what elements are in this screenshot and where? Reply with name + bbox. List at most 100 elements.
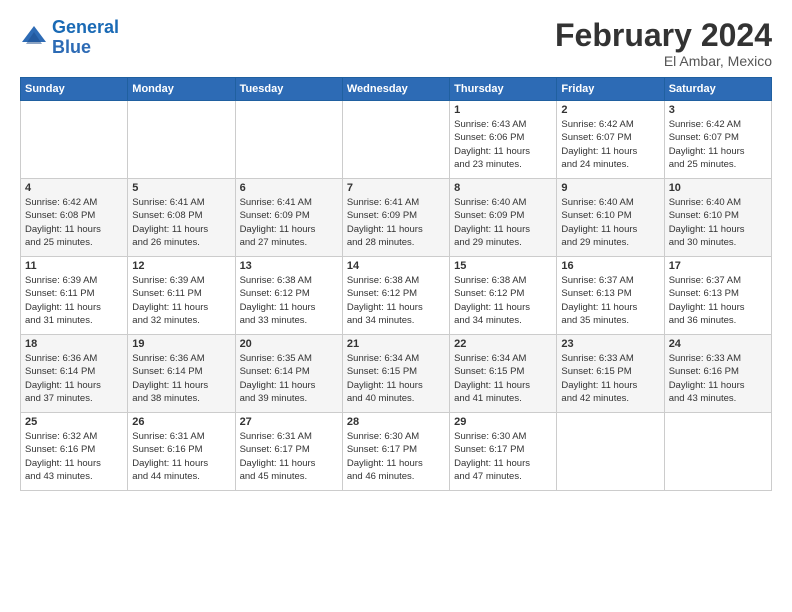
day-info: Sunrise: 6:34 AM Sunset: 6:15 PM Dayligh… [347, 352, 445, 405]
day-number: 18 [25, 338, 123, 350]
day-number: 19 [132, 338, 230, 350]
day-info: Sunrise: 6:36 AM Sunset: 6:14 PM Dayligh… [132, 352, 230, 405]
calendar-week-row: 4Sunrise: 6:42 AM Sunset: 6:08 PM Daylig… [21, 179, 772, 257]
calendar-cell: 19 Sunrise: 6:36 AM Sunset: 6:14 PM Dayli… [128, 335, 235, 413]
calendar-cell: 16 Sunrise: 6:37 AM Sunset: 6:13 PM Dayli… [557, 257, 664, 335]
calendar-cell: 25 Sunrise: 6:32 AM Sunset: 6:16 PM Dayli… [21, 413, 128, 491]
day-number: 11 [25, 260, 123, 272]
weekday-header: Saturday [664, 78, 771, 101]
calendar-cell: 3 Sunrise: 6:42 AM Sunset: 6:07 PM Daylig… [664, 101, 771, 179]
calendar-table: SundayMondayTuesdayWednesdayThursdayFrid… [20, 77, 772, 491]
calendar-cell: 15 Sunrise: 6:38 AM Sunset: 6:12 PM Dayli… [450, 257, 557, 335]
calendar-cell [342, 101, 449, 179]
calendar-week-row: 18 Sunrise: 6:36 AM Sunset: 6:14 PM Dayli… [21, 335, 772, 413]
logo-icon [20, 24, 48, 52]
day-number: 28 [347, 416, 445, 428]
calendar-cell: 4Sunrise: 6:42 AM Sunset: 6:08 PM Daylig… [21, 179, 128, 257]
weekday-header: Monday [128, 78, 235, 101]
day-info: Sunrise: 6:42 AM Sunset: 6:08 PM Dayligh… [25, 196, 123, 249]
day-info: Sunrise: 6:30 AM Sunset: 6:17 PM Dayligh… [347, 430, 445, 483]
calendar-cell: 26 Sunrise: 6:31 AM Sunset: 6:16 PM Dayli… [128, 413, 235, 491]
day-info: Sunrise: 6:30 AM Sunset: 6:17 PM Dayligh… [454, 430, 552, 483]
day-info: Sunrise: 6:42 AM Sunset: 6:07 PM Dayligh… [561, 118, 659, 171]
day-info: Sunrise: 6:31 AM Sunset: 6:17 PM Dayligh… [240, 430, 338, 483]
logo-line1: General [52, 17, 119, 37]
day-number: 27 [240, 416, 338, 428]
day-number: 12 [132, 260, 230, 272]
calendar-cell [235, 101, 342, 179]
day-number: 24 [669, 338, 767, 350]
day-info: Sunrise: 6:36 AM Sunset: 6:14 PM Dayligh… [25, 352, 123, 405]
day-info: Sunrise: 6:40 AM Sunset: 6:10 PM Dayligh… [561, 196, 659, 249]
location: El Ambar, Mexico [555, 53, 772, 69]
day-number: 2 [561, 104, 659, 116]
day-info: Sunrise: 6:43 AM Sunset: 6:06 PM Dayligh… [454, 118, 552, 171]
day-info: Sunrise: 6:31 AM Sunset: 6:16 PM Dayligh… [132, 430, 230, 483]
calendar-cell: 28 Sunrise: 6:30 AM Sunset: 6:17 PM Dayli… [342, 413, 449, 491]
day-number: 1 [454, 104, 552, 116]
calendar-cell: 13 Sunrise: 6:38 AM Sunset: 6:12 PM Dayli… [235, 257, 342, 335]
day-number: 14 [347, 260, 445, 272]
calendar-cell: 10 Sunrise: 6:40 AM Sunset: 6:10 PM Dayli… [664, 179, 771, 257]
calendar-cell: 22 Sunrise: 6:34 AM Sunset: 6:15 PM Dayli… [450, 335, 557, 413]
day-number: 13 [240, 260, 338, 272]
calendar-header-row: SundayMondayTuesdayWednesdayThursdayFrid… [21, 78, 772, 101]
logo: General Blue [20, 18, 119, 58]
day-number: 17 [669, 260, 767, 272]
calendar-cell: 1 Sunrise: 6:43 AM Sunset: 6:06 PM Daylig… [450, 101, 557, 179]
calendar-cell [664, 413, 771, 491]
day-info: Sunrise: 6:39 AM Sunset: 6:11 PM Dayligh… [132, 274, 230, 327]
day-info: Sunrise: 6:37 AM Sunset: 6:13 PM Dayligh… [669, 274, 767, 327]
day-number: 21 [347, 338, 445, 350]
day-info: Sunrise: 6:42 AM Sunset: 6:07 PM Dayligh… [669, 118, 767, 171]
day-number: 29 [454, 416, 552, 428]
calendar-week-row: 11 Sunrise: 6:39 AM Sunset: 6:11 PM Dayli… [21, 257, 772, 335]
calendar-cell: 14 Sunrise: 6:38 AM Sunset: 6:12 PM Dayli… [342, 257, 449, 335]
calendar-cell: 18 Sunrise: 6:36 AM Sunset: 6:14 PM Dayli… [21, 335, 128, 413]
day-number: 3 [669, 104, 767, 116]
day-info: Sunrise: 6:37 AM Sunset: 6:13 PM Dayligh… [561, 274, 659, 327]
month-title: February 2024 [555, 18, 772, 53]
day-info: Sunrise: 6:38 AM Sunset: 6:12 PM Dayligh… [240, 274, 338, 327]
day-number: 23 [561, 338, 659, 350]
calendar-week-row: 1 Sunrise: 6:43 AM Sunset: 6:06 PM Daylig… [21, 101, 772, 179]
day-number: 20 [240, 338, 338, 350]
calendar-cell [21, 101, 128, 179]
day-info: Sunrise: 6:32 AM Sunset: 6:16 PM Dayligh… [25, 430, 123, 483]
day-number: 6 [240, 182, 338, 194]
day-info: Sunrise: 6:35 AM Sunset: 6:14 PM Dayligh… [240, 352, 338, 405]
title-block: February 2024 El Ambar, Mexico [555, 18, 772, 69]
day-info: Sunrise: 6:33 AM Sunset: 6:15 PM Dayligh… [561, 352, 659, 405]
day-number: 10 [669, 182, 767, 194]
day-info: Sunrise: 6:41 AM Sunset: 6:08 PM Dayligh… [132, 196, 230, 249]
calendar-cell: 8 Sunrise: 6:40 AM Sunset: 6:09 PM Daylig… [450, 179, 557, 257]
day-number: 26 [132, 416, 230, 428]
day-info: Sunrise: 6:41 AM Sunset: 6:09 PM Dayligh… [347, 196, 445, 249]
day-info: Sunrise: 6:34 AM Sunset: 6:15 PM Dayligh… [454, 352, 552, 405]
calendar-cell: 2 Sunrise: 6:42 AM Sunset: 6:07 PM Daylig… [557, 101, 664, 179]
day-number: 5 [132, 182, 230, 194]
day-number: 16 [561, 260, 659, 272]
day-info: Sunrise: 6:38 AM Sunset: 6:12 PM Dayligh… [347, 274, 445, 327]
calendar-cell: 9Sunrise: 6:40 AM Sunset: 6:10 PM Daylig… [557, 179, 664, 257]
day-number: 25 [25, 416, 123, 428]
day-number: 7 [347, 182, 445, 194]
day-info: Sunrise: 6:40 AM Sunset: 6:10 PM Dayligh… [669, 196, 767, 249]
weekday-header: Sunday [21, 78, 128, 101]
day-number: 15 [454, 260, 552, 272]
calendar-cell: 20 Sunrise: 6:35 AM Sunset: 6:14 PM Dayli… [235, 335, 342, 413]
day-info: Sunrise: 6:40 AM Sunset: 6:09 PM Dayligh… [454, 196, 552, 249]
day-info: Sunrise: 6:33 AM Sunset: 6:16 PM Dayligh… [669, 352, 767, 405]
calendar-cell: 11 Sunrise: 6:39 AM Sunset: 6:11 PM Dayli… [21, 257, 128, 335]
calendar-cell: 6Sunrise: 6:41 AM Sunset: 6:09 PM Daylig… [235, 179, 342, 257]
day-number: 22 [454, 338, 552, 350]
day-info: Sunrise: 6:38 AM Sunset: 6:12 PM Dayligh… [454, 274, 552, 327]
calendar-week-row: 25 Sunrise: 6:32 AM Sunset: 6:16 PM Dayli… [21, 413, 772, 491]
calendar-cell: 7 Sunrise: 6:41 AM Sunset: 6:09 PM Daylig… [342, 179, 449, 257]
header: General Blue February 2024 El Ambar, Mex… [20, 18, 772, 69]
calendar-cell: 24 Sunrise: 6:33 AM Sunset: 6:16 PM Dayli… [664, 335, 771, 413]
weekday-header: Friday [557, 78, 664, 101]
calendar-cell: 5 Sunrise: 6:41 AM Sunset: 6:08 PM Daylig… [128, 179, 235, 257]
day-number: 8 [454, 182, 552, 194]
day-info: Sunrise: 6:39 AM Sunset: 6:11 PM Dayligh… [25, 274, 123, 327]
